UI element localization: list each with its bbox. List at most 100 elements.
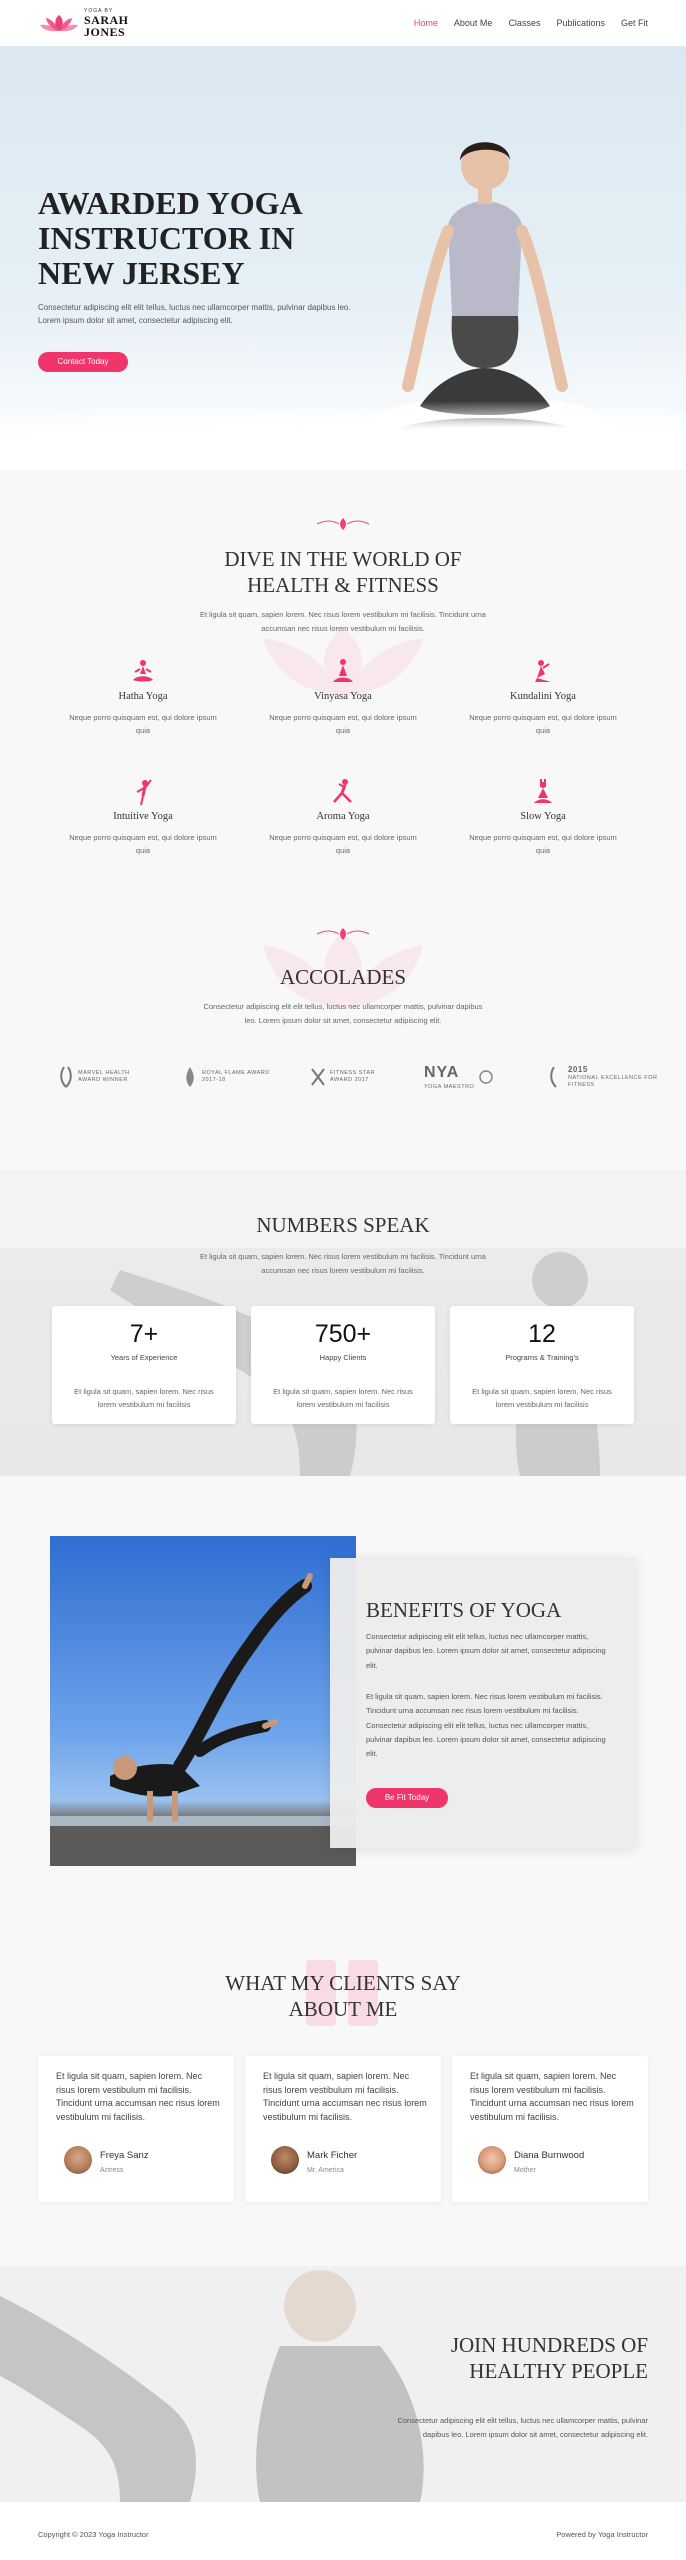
star-cross-icon bbox=[311, 1068, 325, 1086]
copyright-text: Copyright © 2023 Yoga Instructor bbox=[38, 2530, 149, 2539]
hero-section: AWARDED YOGA INSTRUCTOR IN NEW JERSEY Co… bbox=[0, 46, 686, 470]
stat-desc: Et ligula sit quam, sapien lorem. Nec ri… bbox=[74, 1387, 214, 1409]
yoga-class-aroma[interactable]: Aroma Yoga Neque porro quisquam est, qui… bbox=[268, 778, 418, 858]
stat-card-programs: 12 Programs & Training's Et ligula sit q… bbox=[450, 1306, 634, 1424]
powered-by-text: Powered by Yoga Instructor bbox=[556, 2530, 648, 2539]
award-national-excellence: 2015 NATIONAL EXCELLENCE FOR FITNESS bbox=[548, 1062, 686, 1092]
testimonials-section: WHAT MY CLIENTS SAY ABOUT ME Et ligula s… bbox=[0, 1916, 686, 2266]
testimonial-name: Mark Ficher bbox=[307, 2150, 358, 2161]
stat-label: Happy Clients bbox=[319, 1353, 367, 1362]
join-title-line2: HEALTHY PEOPLE bbox=[469, 2359, 648, 2384]
site-logo[interactable]: YOGA BY SARAH JONES bbox=[38, 8, 129, 38]
hero-title: AWARDED YOGA INSTRUCTOR IN NEW JERSEY bbox=[38, 185, 301, 292]
lunge-pose-icon bbox=[333, 779, 352, 803]
award-line2: AWARD 2017 bbox=[330, 1077, 369, 1083]
circle-mark-icon bbox=[479, 1070, 494, 1084]
yoga-class-desc: Neque porro quisquam est, qui dolore ips… bbox=[69, 713, 217, 735]
testimonials-title-line2: ABOUT ME bbox=[288, 1997, 398, 2022]
laurel-icon bbox=[60, 1066, 72, 1088]
award-line1: 2015 bbox=[567, 1064, 588, 1074]
yoga-class-desc: Neque porro quisquam est, qui dolore ips… bbox=[469, 713, 617, 735]
contact-today-button[interactable]: Contact Today bbox=[38, 352, 128, 372]
benefits-section: BENEFITS OF YOGA Consectetur adipiscing … bbox=[0, 1476, 686, 1916]
yoga-class-kundalini[interactable]: Kundalini Yoga Neque porro quisquam est,… bbox=[468, 658, 618, 738]
nav-classes[interactable]: Classes bbox=[508, 18, 540, 28]
tree-pose-icon bbox=[136, 779, 152, 806]
testimonials-title-line1: WHAT MY CLIENTS SAY bbox=[225, 1971, 461, 1995]
avatar bbox=[478, 2146, 506, 2174]
dive-title: DIVE IN THE WORLD OF HEALTH & FITNESS bbox=[0, 546, 686, 599]
numbers-section: NUMBERS SPEAK Et ligula sit quam, sapien… bbox=[0, 1170, 686, 1476]
join-title-line1: JOIN HUNDREDS OF bbox=[450, 2333, 648, 2357]
yoga-pose-figure bbox=[50, 1573, 356, 1866]
testimonial-card: Et ligula sit quam, sapien lorem. Nec ri… bbox=[452, 2056, 648, 2202]
classes-section: DIVE IN THE WORLD OF HEALTH & FITNESS Et… bbox=[0, 470, 686, 890]
testimonial-role: Mother bbox=[514, 2167, 536, 2174]
main-nav: Home About Me Classes Publications Get F… bbox=[414, 18, 648, 28]
award-line1: ROYAL FLAME AWARD bbox=[202, 1069, 270, 1076]
testimonials-title: WHAT MY CLIENTS SAY ABOUT ME bbox=[0, 1970, 686, 2023]
dive-subtitle: Et ligula sit quam, sapien lorem. Nec ri… bbox=[200, 610, 486, 633]
numbers-title: NUMBERS SPEAK bbox=[256, 1213, 430, 1237]
yoga-class-desc: Neque porro quisquam est, qui dolore ips… bbox=[269, 833, 417, 855]
benefits-card: BENEFITS OF YOGA Consectetur adipiscing … bbox=[330, 1558, 636, 1848]
award-line2: NATIONAL EXCELLENCE FOR FITNESS bbox=[567, 1075, 658, 1089]
yoga-class-title: Kundalini Yoga bbox=[510, 691, 576, 702]
stat-desc: Et ligula sit quam, sapien lorem. Nec ri… bbox=[273, 1387, 413, 1409]
yoga-class-title: Intuitive Yoga bbox=[113, 811, 173, 822]
flame-icon bbox=[186, 1067, 194, 1087]
yoga-class-title: Slow Yoga bbox=[520, 811, 566, 822]
testimonial-text: Et ligula sit quam, sapien lorem. Nec ri… bbox=[470, 2071, 634, 2122]
testimonial-text: Et ligula sit quam, sapien lorem. Nec ri… bbox=[56, 2071, 220, 2122]
stat-desc: Et ligula sit quam, sapien lorem. Nec ri… bbox=[472, 1387, 612, 1409]
stat-card-experience: 7+ Years of Experience Et ligula sit qua… bbox=[52, 1306, 236, 1424]
accolades-title: ACCOLADES bbox=[279, 965, 406, 989]
testimonial-role: Actress bbox=[100, 2167, 124, 2174]
site-footer: Copyright © 2023 Yoga Instructor Powered… bbox=[0, 2502, 686, 2560]
stat-card-clients: 750+ Happy Clients Et ligula sit quam, s… bbox=[251, 1306, 435, 1424]
accolades-section: ACCOLADES Consectetur adipiscing elit el… bbox=[0, 890, 686, 1170]
yoga-class-hatha[interactable]: Hatha Yoga Neque porro quisquam est, qui… bbox=[68, 658, 218, 738]
award-line1: NYA bbox=[424, 1064, 460, 1082]
award-line1: FITNESS STAR bbox=[330, 1069, 376, 1076]
ornament-divider-icon bbox=[316, 518, 370, 530]
hero-cloud-decoration bbox=[0, 400, 686, 470]
testimonial-text: Et ligula sit quam, sapien lorem. Nec ri… bbox=[263, 2071, 427, 2122]
nav-get-fit[interactable]: Get Fit bbox=[621, 18, 648, 28]
site-header: YOGA BY SARAH JONES Home About Me Classe… bbox=[0, 0, 686, 46]
stat-label: Years of Experience bbox=[110, 1353, 178, 1362]
benefits-text-2: Et ligula sit quam, sapien lorem. Nec ri… bbox=[366, 1692, 606, 1758]
lotus-pose-icon bbox=[133, 660, 153, 682]
accolades-text: Consectetur adipiscing elit elit tellus,… bbox=[203, 1002, 483, 1025]
yoga-class-intuitive[interactable]: Intuitive Yoga Neque porro quisquam est,… bbox=[68, 778, 218, 858]
stat-label: Programs & Training's bbox=[505, 1353, 579, 1362]
award-fitness-star: FITNESS STAR AWARD 2017 bbox=[310, 1062, 375, 1092]
dive-title-line2: HEALTH & FITNESS bbox=[247, 573, 439, 598]
nav-publications[interactable]: Publications bbox=[556, 18, 605, 28]
award-royal-flame: ROYAL FLAME AWARD 2017-18 bbox=[182, 1062, 270, 1092]
benefits-title: BENEFITS OF YOGA bbox=[366, 1598, 562, 1622]
yoga-class-desc: Neque porro quisquam est, qui dolore ips… bbox=[269, 713, 417, 735]
seated-pose-icon bbox=[333, 659, 353, 682]
yoga-class-desc: Neque porro quisquam est, qui dolore ips… bbox=[469, 833, 617, 855]
numbers-subtitle: Et ligula sit quam, sapien lorem. Nec ri… bbox=[200, 1252, 486, 1275]
avatar bbox=[64, 2146, 92, 2174]
avatar bbox=[271, 2146, 299, 2174]
dive-title-line1: DIVE IN THE WORLD OF bbox=[224, 547, 462, 571]
yoga-class-slow[interactable]: Slow Yoga Neque porro quisquam est, qui … bbox=[468, 778, 618, 858]
stat-number: 7+ bbox=[129, 1320, 159, 1348]
nav-home[interactable]: Home bbox=[414, 18, 438, 28]
yoga-class-vinyasa[interactable]: Vinyasa Yoga Neque porro quisquam est, q… bbox=[268, 658, 418, 738]
hero-text: Consectetur adipiscing elit elit tellus,… bbox=[38, 303, 351, 325]
yoga-class-desc: Neque porro quisquam est, qui dolore ips… bbox=[69, 833, 217, 855]
award-line1: MARVEL HEALTH bbox=[78, 1069, 130, 1076]
award-line2: AWARD WINNER bbox=[78, 1077, 128, 1083]
ornament-divider-icon bbox=[316, 928, 370, 940]
testimonial-card: Et ligula sit quam, sapien lorem. Nec ri… bbox=[38, 2056, 234, 2202]
stat-number: 12 bbox=[528, 1320, 556, 1348]
join-section: JOIN HUNDREDS OF HEALTHY PEOPLE Consecte… bbox=[0, 2266, 686, 2502]
award-marvel-health: MARVEL HEALTH AWARD WINNER bbox=[58, 1062, 130, 1092]
award-nya: NYA YOGA MAESTRO bbox=[424, 1062, 494, 1092]
nav-about-me[interactable]: About Me bbox=[454, 18, 493, 28]
be-fit-today-button[interactable]: Be Fit Today bbox=[366, 1788, 448, 1808]
